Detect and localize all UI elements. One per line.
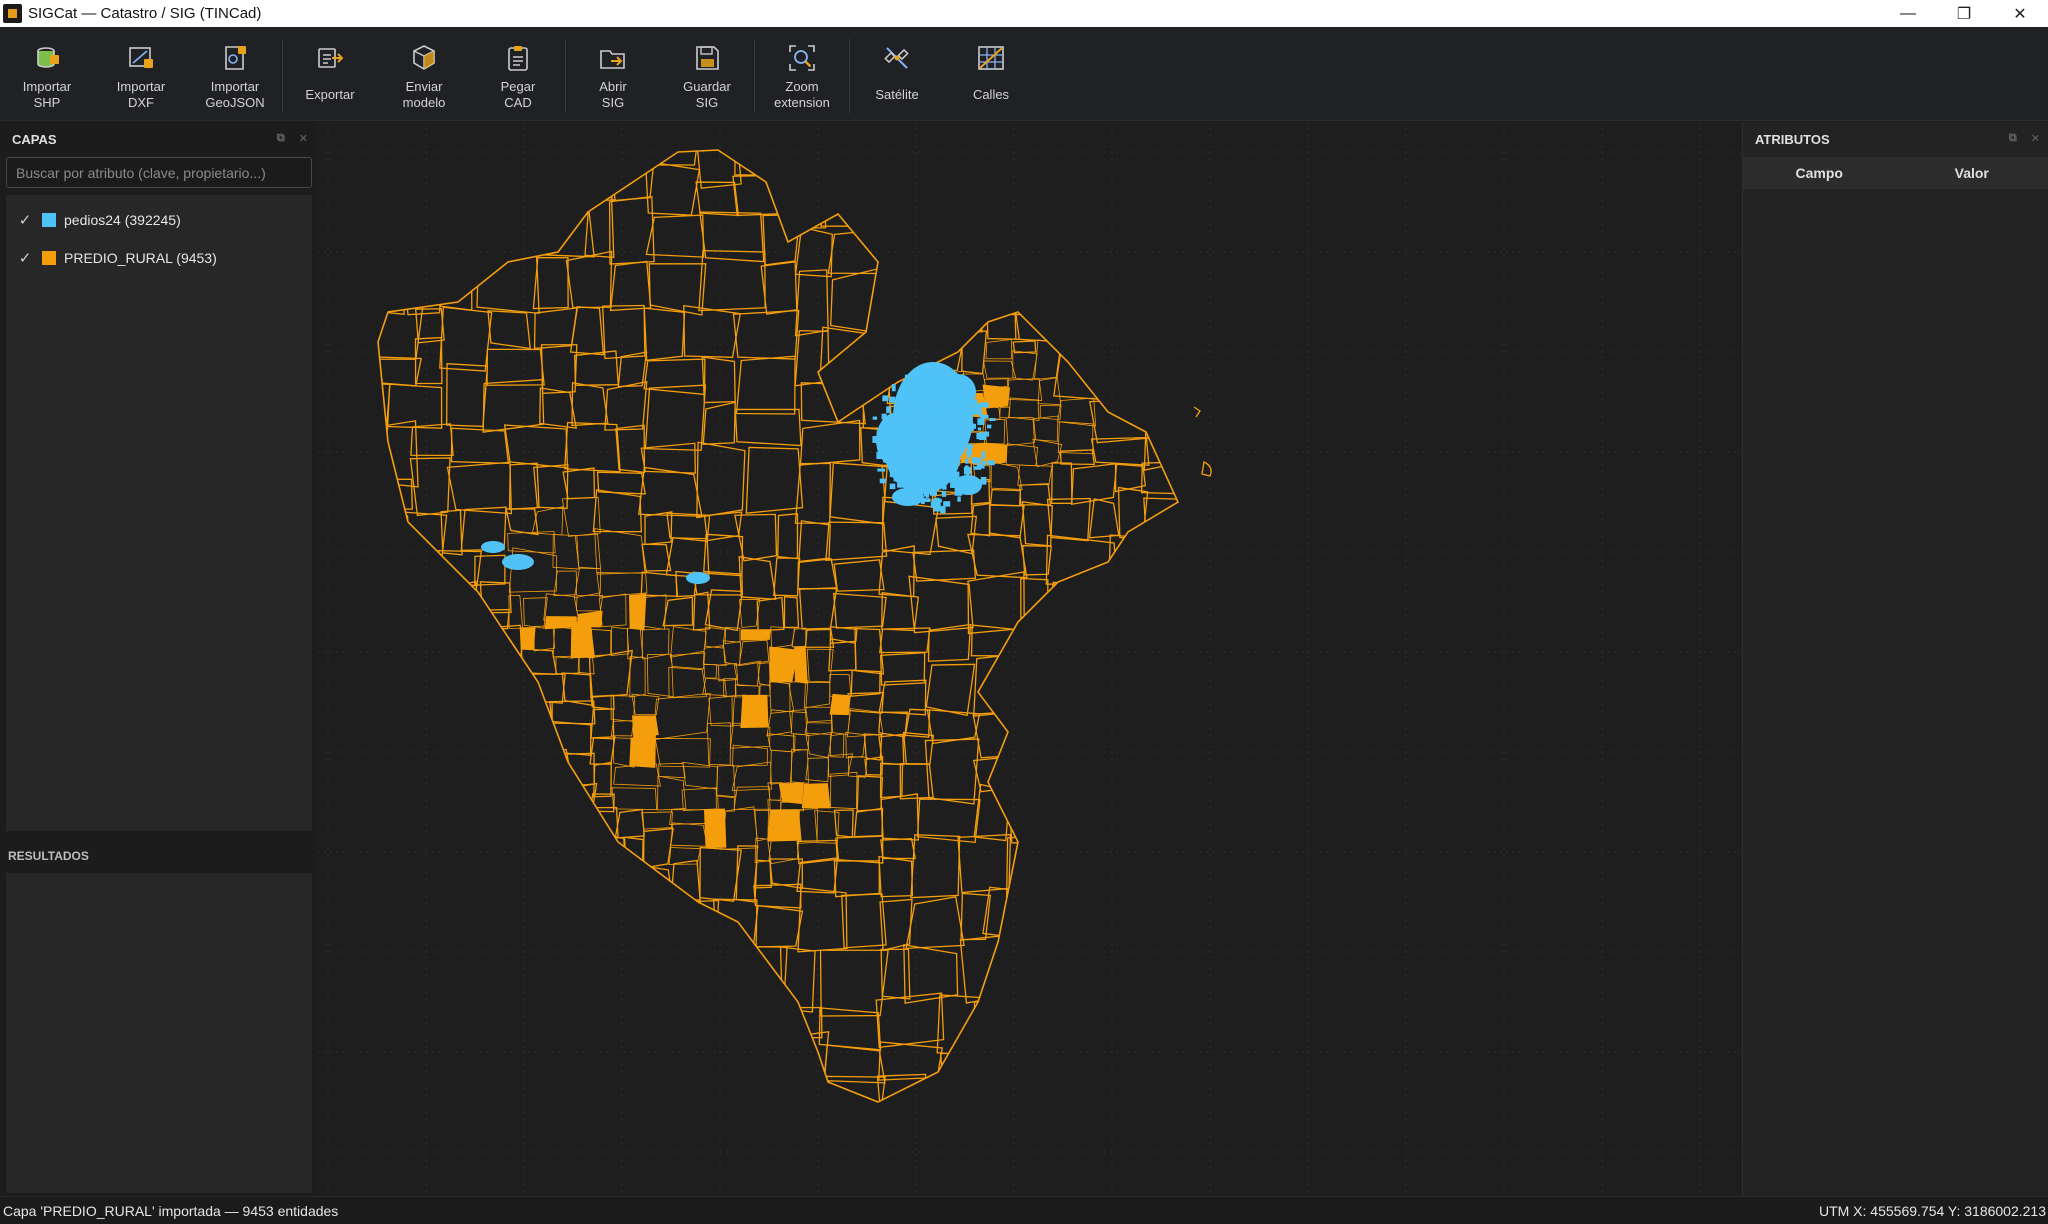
- column-header-value[interactable]: Valor: [1896, 165, 2048, 181]
- float-panel-icon[interactable]: ⧉: [277, 132, 285, 145]
- save-icon: [696, 46, 719, 70]
- toolbar: Importar SHP Importar DXF Importar GeoJS…: [0, 27, 2048, 121]
- window-title: SIGCat — Catastro / SIG (TINCad): [28, 5, 262, 22]
- window-controls: — ❐ ✕: [1880, 0, 2048, 27]
- paste-cad-label: Pegar CAD: [500, 79, 536, 110]
- folder-open-icon: [600, 50, 625, 69]
- export-button[interactable]: Exportar: [283, 27, 377, 121]
- attributes-panel-header: ATRIBUTOS ⧉ ✕: [1743, 122, 2048, 157]
- streets-label: Calles: [972, 87, 1010, 102]
- status-message: Capa 'PREDIO_RURAL' importada — 9453 ent…: [3, 1202, 339, 1219]
- send-model-label: Enviar modelo: [402, 79, 446, 110]
- save-sig-button[interactable]: Guardar SIG: [660, 27, 754, 121]
- map-grid: [318, 122, 1742, 1196]
- cube-icon: [413, 45, 435, 70]
- layer-item-pedios24[interactable]: ✓ pedios24 (392245): [6, 201, 312, 239]
- maximize-button[interactable]: ❐: [1936, 0, 1992, 27]
- import-geojson-button[interactable]: Importar GeoJSON: [188, 27, 282, 121]
- left-dock: CAPAS ⧉ ✕ ✓ pedios24 (392245) ✓ PREDIO_R…: [0, 122, 316, 1196]
- map-fragment: [1193, 406, 1212, 477]
- app-icon: [3, 4, 22, 23]
- import-shp-icon: [37, 47, 59, 68]
- streets-button[interactable]: Calles: [944, 27, 1038, 121]
- import-shp-label: Importar SHP: [22, 79, 72, 110]
- satellite-icon: [884, 47, 909, 69]
- import-geojson-label: Importar GeoJSON: [205, 79, 265, 110]
- map-view[interactable]: [318, 122, 1742, 1196]
- status-bar: Capa 'PREDIO_RURAL' importada — 9453 ent…: [0, 1196, 2048, 1224]
- import-dxf-icon: [129, 47, 153, 68]
- layer-item-predio-rural[interactable]: ✓ PREDIO_RURAL (9453): [6, 239, 312, 277]
- checkmark-icon[interactable]: ✓: [12, 211, 38, 229]
- close-panel-icon[interactable]: ✕: [2031, 132, 2040, 145]
- layer-name: pedios24 (392245): [64, 212, 181, 228]
- send-model-button[interactable]: Enviar modelo: [377, 27, 471, 121]
- open-sig-button[interactable]: Abrir SIG: [566, 27, 660, 121]
- layer-color-swatch: [42, 213, 56, 227]
- clipboard-icon: [508, 46, 528, 71]
- export-label: Exportar: [305, 87, 355, 102]
- map-canvas[interactable]: [318, 122, 1742, 1196]
- close-panel-icon[interactable]: ✕: [299, 132, 308, 145]
- layers-panel-title: CAPAS: [12, 132, 57, 147]
- import-geojson-icon: [225, 46, 246, 70]
- attribute-search-input[interactable]: [6, 157, 312, 188]
- results-panel-header: RESULTADOS: [8, 849, 89, 863]
- export-icon: [318, 48, 344, 68]
- open-sig-label: Abrir SIG: [599, 79, 627, 110]
- paste-cad-button[interactable]: Pegar CAD: [471, 27, 565, 121]
- zoom-extent-icon: [789, 45, 815, 71]
- attributes-panel: ATRIBUTOS ⧉ ✕ Campo Valor: [1742, 122, 2048, 1196]
- layer-name: PREDIO_RURAL (9453): [64, 250, 217, 266]
- close-button[interactable]: ✕: [1992, 0, 2048, 27]
- attributes-panel-title: ATRIBUTOS: [1755, 132, 1830, 147]
- layers-panel-header: CAPAS ⧉ ✕: [0, 122, 316, 157]
- title-bar: SIGCat — Catastro / SIG (TINCad) — ❐ ✕: [0, 0, 2048, 27]
- layer-list: ✓ pedios24 (392245) ✓ PREDIO_RURAL (9453…: [6, 195, 312, 831]
- streets-map-icon: [978, 46, 1004, 70]
- layer-color-swatch: [42, 251, 56, 265]
- import-dxf-button[interactable]: Importar DXF: [94, 27, 188, 121]
- float-panel-icon[interactable]: ⧉: [2009, 132, 2017, 145]
- results-panel: [6, 873, 312, 1193]
- coordinate-readout: UTM X: 455569.754 Y: 3186002.213: [1818, 1202, 2046, 1219]
- checkmark-icon[interactable]: ✓: [12, 249, 38, 267]
- municipality-outline: [377, 149, 1180, 1103]
- column-header-field[interactable]: Campo: [1743, 165, 1896, 181]
- satellite-label: Satélite: [875, 87, 919, 102]
- zoom-extent-button[interactable]: Zoom extension: [755, 27, 849, 121]
- zoom-extent-label: Zoom extension: [774, 79, 830, 110]
- import-dxf-label: Importar DXF: [116, 79, 166, 110]
- save-sig-label: Guardar SIG: [683, 79, 731, 110]
- minimize-button[interactable]: —: [1880, 0, 1936, 27]
- attributes-table-header: Campo Valor: [1743, 157, 2048, 189]
- satellite-button[interactable]: Satélite: [850, 27, 944, 121]
- import-shp-button[interactable]: Importar SHP: [0, 27, 94, 121]
